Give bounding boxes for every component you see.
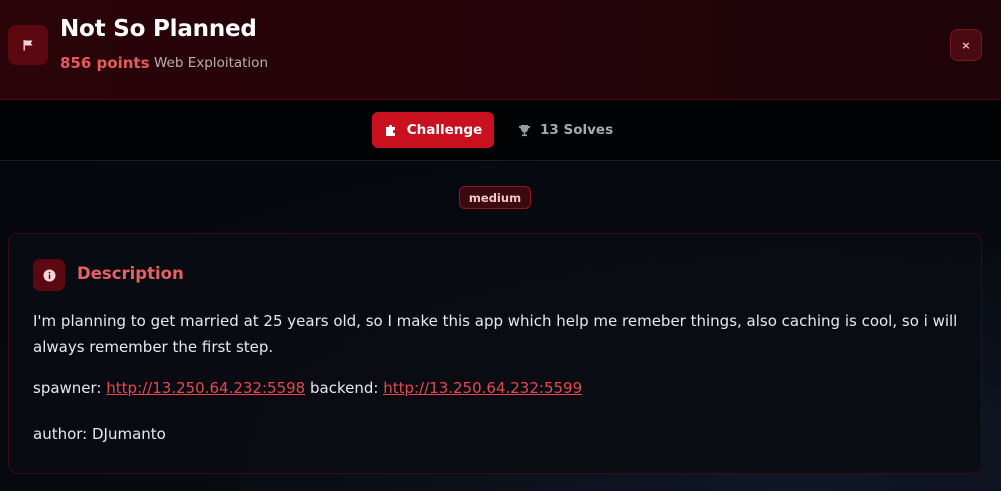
- description-text: I'm planning to get married at 25 years …: [33, 312, 958, 356]
- spawner-label: spawner:: [33, 379, 102, 397]
- links-line: spawner: http://13.250.64.232:5598 backe…: [33, 379, 963, 397]
- info-icon-box: [33, 259, 65, 291]
- backend-link[interactable]: http://13.250.64.232:5599: [383, 379, 582, 397]
- tab-challenge-label: Challenge: [406, 122, 483, 138]
- description-card: Description I'm planning to get married …: [8, 233, 982, 474]
- challenge-header: Not So Planned 856 points Web Exploitati…: [0, 0, 1001, 100]
- difficulty-badge: medium: [459, 186, 531, 209]
- challenge-category: Web Exploitation: [154, 55, 268, 71]
- tab-bar: Challenge 13 Solves: [0, 100, 1001, 161]
- tab-challenge[interactable]: Challenge: [372, 112, 494, 148]
- tab-solves-label: 13 Solves: [540, 122, 614, 138]
- author-line: author: DJumanto: [33, 425, 166, 443]
- flag-icon-box: [8, 25, 48, 65]
- close-button[interactable]: ×: [950, 29, 982, 61]
- trophy-icon: [518, 124, 531, 136]
- close-icon: ×: [961, 38, 971, 52]
- spawner-link[interactable]: http://13.250.64.232:5598: [106, 379, 305, 397]
- challenge-points: 856 points: [60, 54, 150, 72]
- description-title: Description: [77, 264, 184, 283]
- tab-solves[interactable]: 13 Solves: [510, 112, 621, 148]
- backend-label: backend:: [309, 379, 379, 397]
- puzzle-icon: [385, 124, 395, 136]
- info-icon: [43, 269, 55, 281]
- flag-icon: [23, 40, 33, 51]
- challenge-content: medium Description I'm planning to get m…: [0, 161, 1001, 491]
- challenge-title: Not So Planned: [60, 16, 257, 42]
